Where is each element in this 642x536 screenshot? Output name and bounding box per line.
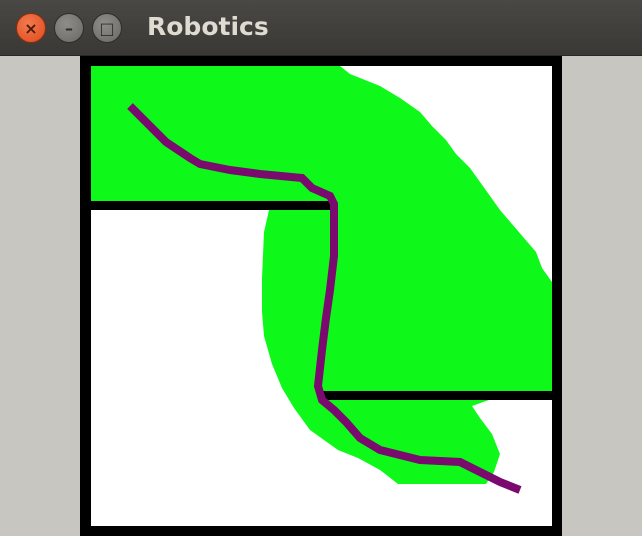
- window-title: Robotics: [147, 12, 269, 41]
- app-window: × – □ Robotics: [0, 0, 642, 536]
- maximize-icon[interactable]: □: [92, 13, 122, 43]
- minimize-icon[interactable]: –: [54, 13, 84, 43]
- obstacle-upper-wall: [91, 201, 333, 210]
- title-bar: × – □ Robotics: [0, 0, 642, 56]
- close-icon[interactable]: ×: [16, 13, 46, 43]
- obstacle-lower-wall: [323, 391, 552, 400]
- robot-map-canvas: [80, 56, 562, 536]
- content-area: [0, 56, 642, 536]
